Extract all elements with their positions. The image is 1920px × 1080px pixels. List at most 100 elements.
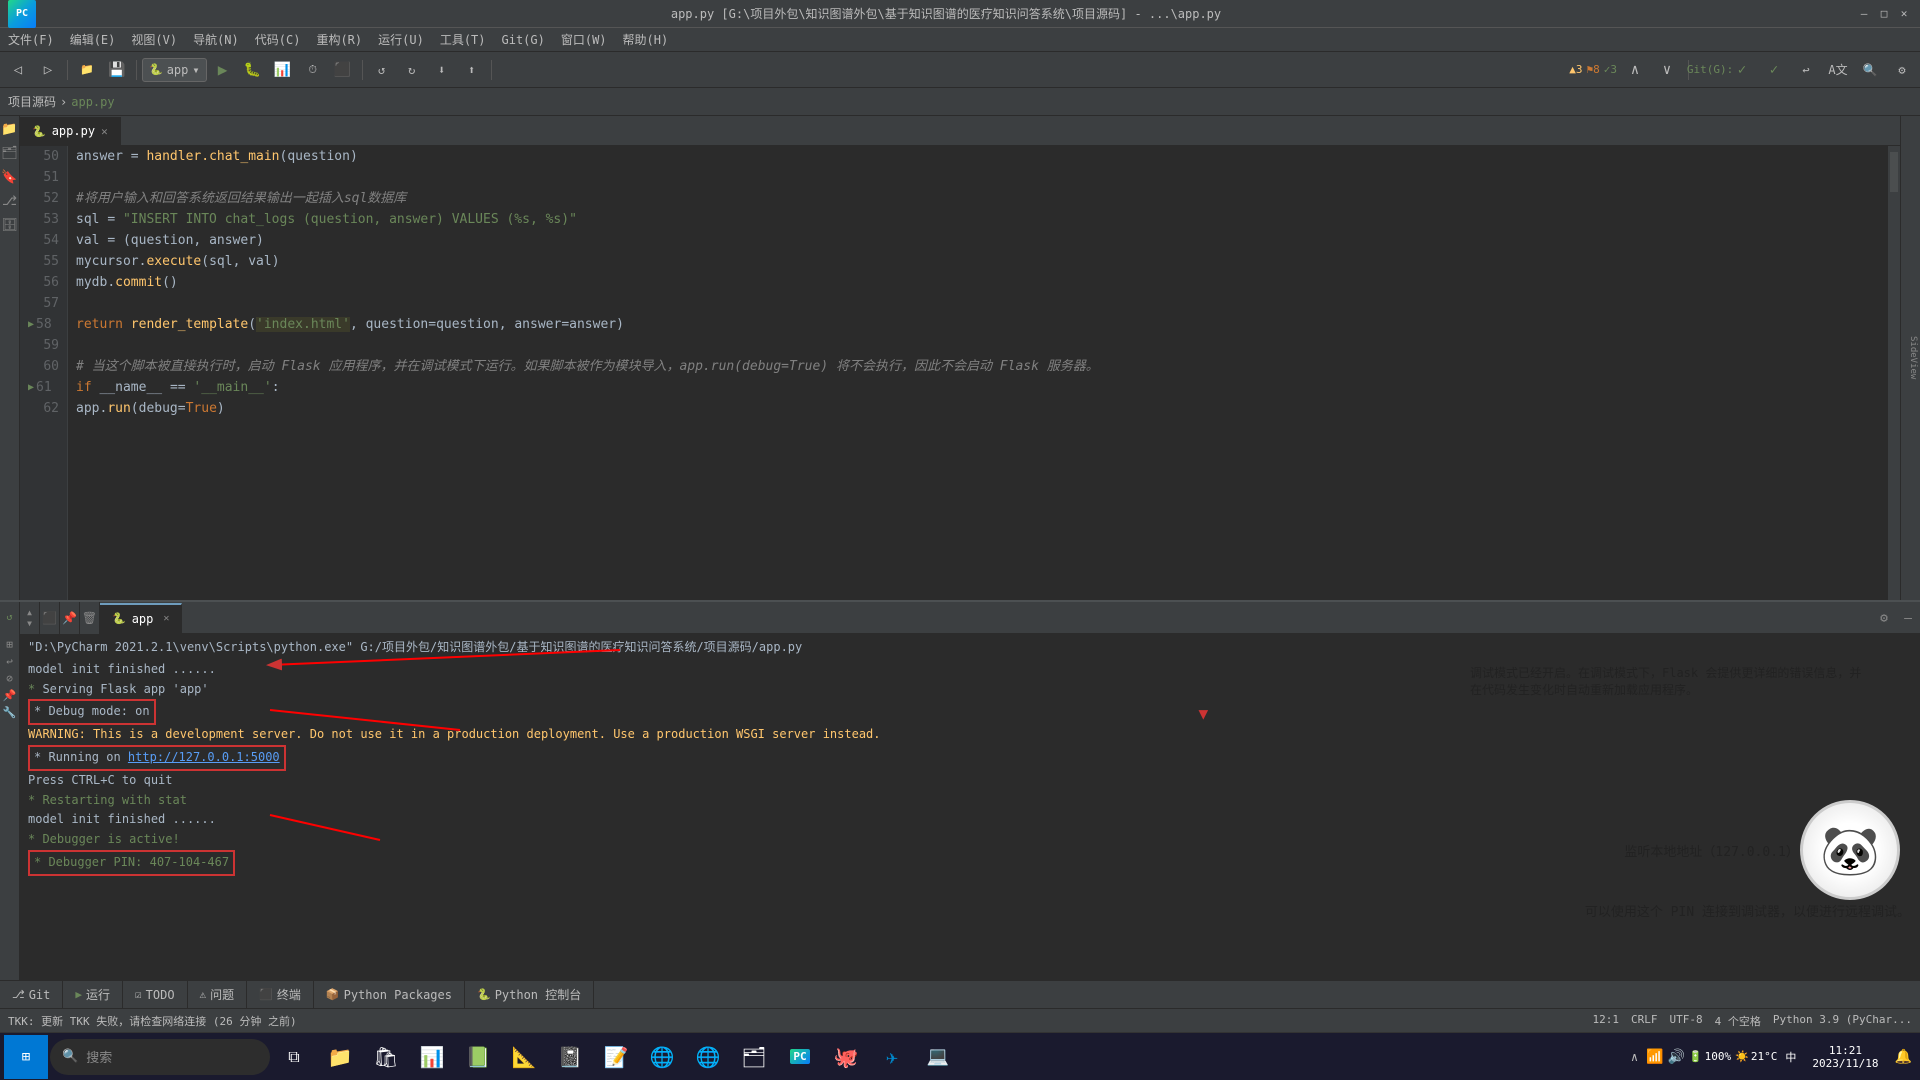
server-url[interactable]: http://127.0.0.1:5000 [128, 750, 280, 764]
debug-button[interactable]: 🐛 [239, 56, 267, 84]
git-indicator[interactable]: Git(G): [1696, 56, 1724, 84]
taskview-button[interactable]: ⧉ [272, 1035, 316, 1079]
tab-terminal[interactable]: ⬛ 终端 [247, 981, 314, 1009]
bookmark-icon[interactable]: 🔖 [1, 168, 19, 186]
network-icon[interactable]: 📶 [1646, 1049, 1663, 1065]
menu-navigate[interactable]: 导航(N) [185, 28, 247, 52]
git-push[interactable]: ⬆ [458, 56, 486, 84]
toolbar-up[interactable]: ∧ [1621, 56, 1649, 84]
maximize-button[interactable]: □ [1876, 6, 1892, 22]
git-commit[interactable]: ✓ [1728, 56, 1756, 84]
run-tool-icon[interactable]: 🔧 [3, 706, 17, 719]
tab-python-console[interactable]: 🐍 Python 控制台 [465, 981, 594, 1009]
git-update[interactable]: ⬇ [428, 56, 456, 84]
menu-tools[interactable]: 工具(T) [432, 28, 494, 52]
toolbar-down[interactable]: ∨ [1653, 56, 1681, 84]
encoding-indicator[interactable]: UTF-8 [1670, 1013, 1703, 1029]
tab-problems[interactable]: ⚠ 问题 [188, 981, 248, 1009]
taskbar-pycharm[interactable]: PC [778, 1035, 822, 1079]
database-icon[interactable]: 🗄 [1, 216, 19, 234]
run-scroll-up[interactable]: ▲ [27, 608, 32, 617]
tab-close-icon[interactable]: ✕ [101, 125, 108, 138]
run-tab-app[interactable]: 🐍 app ✕ [100, 603, 182, 633]
run-minimize-btn[interactable]: — [1896, 602, 1920, 634]
menu-run[interactable]: 运行(U) [370, 28, 432, 52]
taskbar-ie[interactable]: 🌐 [686, 1035, 730, 1079]
reload-button[interactable]: ↻ [398, 56, 426, 84]
taskbar-store[interactable]: 🛍 [364, 1035, 408, 1079]
system-clock[interactable]: 11:21 2023/11/18 [1804, 1044, 1886, 1070]
toolbar-open[interactable]: 📁 [73, 56, 101, 84]
indent-indicator[interactable]: 4 个空格 [1715, 1013, 1761, 1029]
toolbar-save[interactable]: 💾 [103, 56, 131, 84]
taskbar-onenote[interactable]: 📓 [548, 1035, 592, 1079]
search-bar[interactable]: 🔍 搜索 [50, 1039, 270, 1075]
minimize-button[interactable]: — [1856, 6, 1872, 22]
run-tab-close[interactable]: ✕ [163, 613, 169, 624]
run-settings-btn[interactable]: ⚙ [1872, 602, 1896, 634]
tab-todo[interactable]: ☑ TODO [123, 981, 188, 1009]
tab-packages[interactable]: 📦 Python Packages [314, 981, 465, 1009]
taskbar-visio[interactable]: 📐 [502, 1035, 546, 1079]
settings-button[interactable]: ⚙ [1888, 56, 1916, 84]
breadcrumb-file[interactable]: app.py [71, 95, 114, 109]
start-button[interactable]: ⊞ [4, 1035, 48, 1079]
vcs-icon[interactable]: ⎇ [1, 192, 19, 210]
search-everywhere[interactable]: 🔍 [1856, 56, 1884, 84]
taskbar-remote[interactable]: 💻 [916, 1035, 960, 1079]
menu-help[interactable]: 帮助(H) [615, 28, 677, 52]
run-pin2-icon[interactable]: 📌 [3, 689, 17, 702]
run-button[interactable]: ▶ [209, 56, 237, 84]
search-placeholder: 搜索 [86, 1047, 112, 1066]
language-indicator[interactable]: 中 [1781, 1049, 1800, 1065]
sync-button[interactable]: ↺ [368, 56, 396, 84]
structure-icon[interactable]: 🗂 [1, 144, 19, 162]
tab-app-py[interactable]: 🐍 app.py ✕ [20, 117, 121, 145]
notification-btn[interactable]: 🔔 [1891, 1049, 1916, 1065]
menu-window[interactable]: 窗口(W) [553, 28, 615, 52]
run-stop-btn[interactable]: ⬛ [42, 611, 57, 625]
breadcrumb-project[interactable]: 项目源码 [8, 93, 56, 110]
run-restart[interactable]: ↺ [1, 609, 19, 627]
stop-button[interactable]: ⬛ [329, 56, 357, 84]
run-tab-icon2: ▶ [75, 988, 82, 1001]
menu-code[interactable]: 代码(C) [247, 28, 309, 52]
menu-view[interactable]: 视图(V) [123, 28, 185, 52]
taskbar-powerpoint[interactable]: 📊 [410, 1035, 454, 1079]
run-filter-icon[interactable]: ⊞ [6, 638, 13, 651]
run-pin-btn[interactable]: 📌 [62, 611, 77, 625]
run-config-dropdown[interactable]: 🐍 app ▾ [142, 58, 207, 82]
taskbar-explorer[interactable]: 📁 [318, 1035, 362, 1079]
translate-icon[interactable]: A文 [1824, 56, 1852, 84]
taskbar-excel[interactable]: 📗 [456, 1035, 500, 1079]
menu-git[interactable]: Git(G) [494, 28, 553, 52]
close-button[interactable]: ✕ [1896, 6, 1912, 22]
project-icon[interactable]: 📁 [1, 120, 19, 138]
line-ending-indicator[interactable]: CRLF [1631, 1013, 1658, 1029]
python-version-indicator[interactable]: Python 3.9 (PyChar... [1773, 1013, 1912, 1029]
profile-button[interactable]: ⏱ [299, 56, 327, 84]
line-col-indicator[interactable]: 12:1 [1593, 1013, 1620, 1029]
tab-run[interactable]: ▶ 运行 [63, 981, 123, 1009]
volume-icon[interactable]: 🔊 [1667, 1049, 1684, 1065]
git-check[interactable]: ✓ [1760, 56, 1788, 84]
taskbar-files[interactable]: 🗂 [732, 1035, 776, 1079]
toolbar-forward[interactable]: ▷ [34, 56, 62, 84]
show-hidden-btn[interactable]: ∧ [1627, 1050, 1642, 1064]
taskbar-word[interactable]: 📝 [594, 1035, 638, 1079]
run-trash-btn[interactable]: 🗑 [82, 611, 97, 625]
run-wrap-icon[interactable]: ↩ [6, 655, 13, 668]
toolbar-back[interactable]: ◁ [4, 56, 32, 84]
taskbar-telegram[interactable]: ✈ [870, 1035, 914, 1079]
run-clear-icon[interactable]: ⊘ [6, 672, 13, 685]
git-undo[interactable]: ↩ [1792, 56, 1820, 84]
taskbar-git[interactable]: 🐙 [824, 1035, 868, 1079]
menu-edit[interactable]: 编辑(E) [62, 28, 124, 52]
menu-file[interactable]: 文件(F) [0, 28, 62, 52]
code-content[interactable]: answer = handler.chat_main(question) #将用… [68, 146, 1888, 600]
tab-git[interactable]: ⎇ Git [0, 981, 63, 1009]
menu-refactor[interactable]: 重构(R) [308, 28, 370, 52]
run-scroll-down[interactable]: ▼ [27, 619, 32, 628]
taskbar-edge[interactable]: 🌐 [640, 1035, 684, 1079]
coverage-button[interactable]: 📊 [269, 56, 297, 84]
